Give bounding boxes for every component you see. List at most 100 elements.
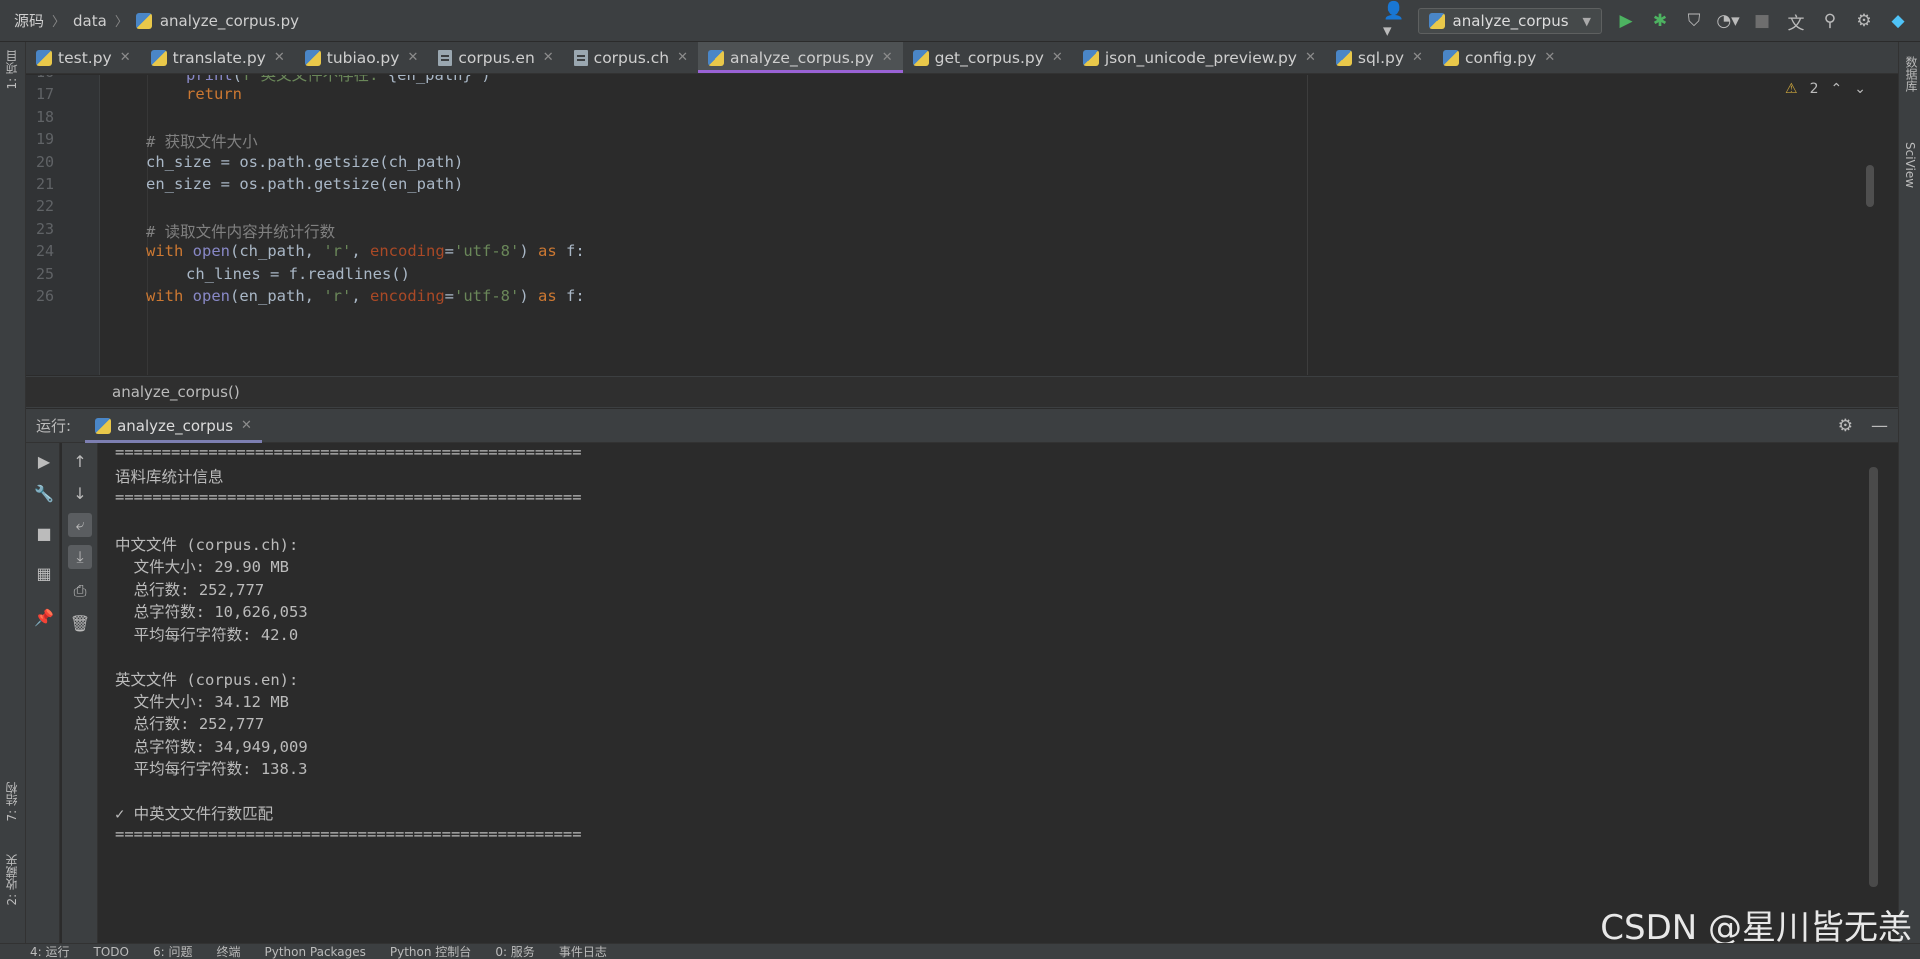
- chevron-down-icon[interactable]: ⌄: [1854, 81, 1866, 97]
- run-configuration-selector[interactable]: analyze_corpus ▼: [1417, 8, 1602, 34]
- watermark: CSDN @星川皆无恙: [1600, 908, 1912, 948]
- code-line[interactable]: # 获取文件大小: [146, 130, 258, 152]
- inspection-count: 2: [1809, 81, 1819, 97]
- layout-icon[interactable]: ▦: [32, 561, 56, 585]
- stop-icon[interactable]: ■: [1752, 11, 1772, 31]
- status-bar-item[interactable]: Python 控制台: [390, 944, 471, 959]
- close-icon[interactable]: ✕: [274, 50, 285, 65]
- arrow-up-icon[interactable]: ↑: [68, 449, 92, 473]
- breadcrumb-item-file[interactable]: analyze_corpus.py: [160, 12, 299, 30]
- database-tool-button[interactable]: 数据库: [1903, 56, 1920, 92]
- code-line[interactable]: en_size = os.path.getsize(en_path): [146, 175, 463, 193]
- code-line[interactable]: return: [186, 85, 242, 103]
- close-icon[interactable]: ✕: [241, 418, 252, 433]
- code-token: ): [519, 287, 538, 305]
- close-icon[interactable]: ✕: [882, 50, 893, 65]
- structure-tool-button[interactable]: 7: 结构: [3, 782, 20, 822]
- editor-tab[interactable]: config.py ✕: [1433, 42, 1565, 73]
- code-token: (ch_path,: [230, 242, 324, 261]
- editor-tab[interactable]: json_unicode_preview.py ✕: [1073, 42, 1326, 73]
- line-number: 23: [35, 219, 54, 238]
- code-line[interactable]: # 读取文件内容并统计行数: [146, 220, 335, 242]
- editor-tab[interactable]: test.py ✕: [26, 42, 141, 73]
- gear-icon[interactable]: ⚙: [1854, 11, 1874, 31]
- code-token: (en_path,: [230, 287, 324, 305]
- editor-tab[interactable]: corpus.ch ✕: [564, 42, 698, 73]
- structure-breadcrumb-item[interactable]: analyze_corpus(): [112, 383, 240, 401]
- breadcrumb-item-source[interactable]: 源码: [14, 10, 44, 31]
- editor-tab[interactable]: corpus.en ✕: [428, 42, 563, 73]
- minimize-icon[interactable]: —: [1871, 416, 1888, 436]
- search-icon[interactable]: ⚲: [1820, 11, 1840, 31]
- code-line[interactable]: print(f"英文文件不存在: {en_path}"): [186, 75, 491, 85]
- coverage-icon[interactable]: ⛉: [1684, 11, 1704, 31]
- editor-tab[interactable]: translate.py ✕: [141, 42, 295, 73]
- code-line[interactable]: ch_lines = f.readlines(): [186, 265, 410, 283]
- pin-icon[interactable]: 📌: [32, 605, 56, 629]
- close-icon[interactable]: ✕: [1052, 50, 1063, 65]
- status-bar-item[interactable]: 事件日志: [559, 944, 607, 959]
- close-icon[interactable]: ✕: [1412, 50, 1423, 65]
- jetbrains-toolbox-icon[interactable]: ◆: [1888, 11, 1908, 31]
- run-tab[interactable]: analyze_corpus ✕: [85, 409, 262, 443]
- inspection-widget[interactable]: ⚠ 2 ⌃ ⌄: [1785, 81, 1866, 97]
- close-icon[interactable]: ✕: [1544, 50, 1555, 65]
- close-icon[interactable]: ✕: [543, 50, 554, 65]
- console-line: ✓ 中英文文件行数匹配: [115, 805, 274, 824]
- status-bar-item[interactable]: 0: 服务: [495, 944, 535, 959]
- editor-tab-label: tubiao.py: [326, 48, 400, 67]
- editor-tab[interactable]: analyze_corpus.py ✕: [697, 42, 903, 73]
- print-icon[interactable]: ⎙: [68, 579, 92, 603]
- status-bar-item[interactable]: 终端: [216, 944, 240, 959]
- breadcrumb-item-data[interactable]: data: [73, 12, 107, 30]
- code-editor[interactable]: 16 17 18 19 20 21 22 23 24 25 26 print(f"英文文件不存在: …: [26, 75, 1880, 375]
- editor-tab[interactable]: sql.py ✕: [1326, 42, 1433, 73]
- run-window-title: 运行:: [36, 417, 72, 435]
- close-icon[interactable]: ✕: [1305, 50, 1316, 65]
- close-icon[interactable]: ✕: [120, 50, 131, 65]
- run-console-output[interactable]: ========================================…: [100, 443, 1882, 943]
- line-number: 22: [35, 197, 54, 216]
- line-number-gutter: 16 17 18 19 20 21 22 23 24 25 26: [26, 75, 100, 375]
- python-file-icon: [36, 49, 52, 66]
- editor-scrollbar[interactable]: [1866, 165, 1874, 207]
- gear-icon[interactable]: ⚙: [1838, 416, 1853, 436]
- chevron-up-icon[interactable]: ⌃: [1831, 81, 1843, 97]
- editor-tab[interactable]: get_corpus.py ✕: [903, 42, 1073, 73]
- profile-icon[interactable]: ◔▾: [1716, 11, 1739, 31]
- status-bar-item[interactable]: 6: 问题: [153, 944, 193, 959]
- code-token: ch_lines = f.readlines(): [186, 264, 410, 283]
- wrench-icon[interactable]: 🔧: [32, 481, 56, 505]
- editor-tab[interactable]: tubiao.py ✕: [295, 42, 429, 73]
- sciview-tool-button[interactable]: SciView: [1903, 142, 1917, 188]
- code-token: 'utf-8': [454, 287, 520, 305]
- code-token: ,: [351, 242, 370, 261]
- status-bar-item[interactable]: Python Packages: [264, 945, 365, 959]
- run-icon[interactable]: ▶: [1616, 11, 1636, 31]
- rerun-icon[interactable]: ▶: [32, 449, 56, 473]
- user-icon[interactable]: 👤▾: [1383, 1, 1404, 41]
- code-line[interactable]: with open(en_path, 'r', encoding='utf-8'…: [146, 287, 585, 305]
- code-token: =: [444, 242, 454, 261]
- favorites-tool-button[interactable]: 2: 收藏夹: [3, 854, 20, 906]
- project-tool-button[interactable]: 1: 项目: [3, 50, 20, 90]
- editor-tab-label: analyze_corpus.py: [729, 48, 874, 67]
- stop-icon[interactable]: ■: [32, 521, 56, 545]
- code-line[interactable]: with open(ch_path, 'r', encoding='utf-8'…: [146, 242, 585, 260]
- debug-icon[interactable]: ✱: [1650, 11, 1670, 31]
- status-bar-item[interactable]: TODO: [94, 945, 129, 959]
- soft-wrap-icon[interactable]: ⤶: [68, 513, 92, 537]
- line-number: 20: [35, 152, 54, 171]
- status-bar-item[interactable]: 4: 运行: [30, 944, 70, 959]
- trash-icon[interactable]: 🗑: [68, 611, 92, 635]
- close-icon[interactable]: ✕: [407, 50, 418, 65]
- line-number: 18: [35, 107, 54, 126]
- code-line[interactable]: ch_size = os.path.getsize(ch_path): [146, 153, 463, 171]
- scroll-to-end-icon[interactable]: ⤓: [68, 545, 92, 569]
- console-line: 平均每行字符数: 42.0: [115, 625, 299, 644]
- chevron-down-icon: ▼: [1582, 14, 1591, 28]
- translate-icon[interactable]: 文: [1786, 11, 1806, 34]
- arrow-down-icon[interactable]: ↓: [68, 481, 92, 505]
- close-icon[interactable]: ✕: [677, 50, 688, 65]
- console-scrollbar[interactable]: [1869, 467, 1878, 887]
